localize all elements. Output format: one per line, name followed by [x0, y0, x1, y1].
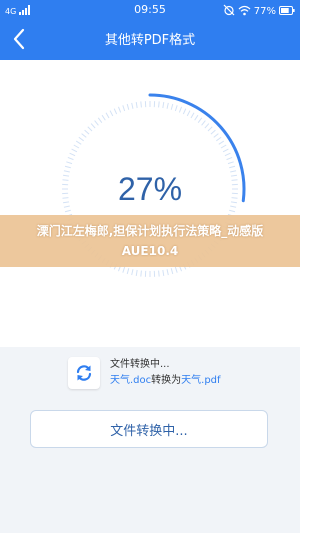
progress-tick [162, 269, 165, 276]
progress-tick [66, 161, 73, 165]
progress-tick [186, 110, 191, 117]
progress-tick [174, 105, 178, 112]
progress-tick [131, 102, 134, 109]
progress-tick [109, 110, 114, 117]
progress-tick [140, 270, 142, 277]
progress-tick [222, 148, 229, 153]
progress-tick [97, 117, 103, 123]
progress-tick [197, 117, 203, 123]
conversion-panel: 文件转换中... 天气.doc转换为天气.pdf 文件转换中... [0, 347, 300, 533]
progress-tick [81, 133, 87, 138]
progress-tick [166, 102, 169, 109]
progress-tick [94, 120, 99, 126]
app-header: 其他转PDF格式 [0, 22, 300, 60]
progress-tick [213, 133, 219, 138]
progress-tick [140, 101, 142, 108]
progress-tick [170, 103, 174, 110]
page-title: 其他转PDF格式 [104, 33, 196, 48]
progress-tick [71, 148, 78, 153]
progress-tick [218, 140, 225, 145]
progress-tick [90, 123, 96, 129]
progress-tick [194, 114, 199, 121]
progress-tick [190, 112, 195, 119]
progress-tick [105, 112, 110, 119]
progress-tick [117, 106, 122, 113]
progress-tick [101, 114, 106, 121]
progress-tick [166, 269, 169, 276]
progress-tick [78, 136, 84, 142]
progress-tick [174, 266, 178, 273]
status-bar-right: 77% [223, 4, 295, 19]
progress-tick [131, 269, 134, 276]
progress-tick [226, 156, 233, 161]
progress-tick [210, 129, 216, 135]
progress-tick [73, 144, 80, 149]
progress-tick [64, 209, 71, 213]
status-bar: 4G 09:55 77% [0, 0, 300, 22]
progress-tick [126, 268, 130, 275]
progress-tick [227, 161, 234, 165]
progress-tick [207, 126, 213, 132]
progress-tick [216, 136, 222, 142]
battery-icon [279, 5, 295, 18]
progress-tick [67, 156, 74, 161]
progress-tick [204, 123, 210, 129]
progress-tick [122, 266, 126, 273]
alarm-off-icon [223, 4, 235, 19]
progress-tick [229, 209, 236, 213]
progress-tick [87, 126, 93, 132]
progress-tick [122, 105, 126, 112]
progress-tick [64, 165, 71, 169]
battery-level: 77% [253, 6, 276, 17]
progress-tick [126, 103, 130, 110]
progress-tick [135, 269, 138, 276]
progress-tick [75, 140, 82, 145]
converting-button[interactable]: 文件转换中... [30, 410, 268, 448]
progress-tick [182, 108, 187, 115]
convert-word: 转换为 [151, 375, 182, 386]
progress-tick [158, 270, 160, 277]
progress-tick [135, 102, 138, 109]
progress-tick [84, 129, 90, 135]
progress-tick [201, 120, 206, 126]
overlay-banner: 溧门江左梅郎,担保计划执行法策略_动感版AUE10.4 [0, 215, 300, 267]
source-file-name: 天气.doc [110, 375, 152, 386]
sync-icon [68, 357, 100, 389]
file-detail: 天气.doc转换为天气.pdf [110, 374, 221, 387]
target-file-name: 天气.pdf [181, 375, 221, 386]
progress-tick [113, 108, 118, 115]
progress-tick [224, 152, 231, 157]
progress-tick [170, 268, 174, 275]
file-status-text: 文件转换中... [110, 359, 170, 370]
progress-tick [220, 144, 227, 149]
screen: 4G 09:55 77% 其他转PDF格式 27% 文件转换中... 天气.do… [0, 0, 300, 533]
file-info: 文件转换中... 天气.doc转换为天气.pdf [68, 355, 288, 391]
progress-tick [178, 106, 183, 113]
progress-tick [69, 152, 76, 157]
progress-tick [162, 102, 165, 109]
progress-tick [158, 101, 160, 108]
wifi-icon [238, 5, 251, 19]
progress-value: 27% [117, 171, 183, 207]
banner-text: 溧门江左梅郎,担保计划执行法策略_动感版AUE10.4 [36, 224, 264, 258]
progress-tick [229, 165, 236, 169]
